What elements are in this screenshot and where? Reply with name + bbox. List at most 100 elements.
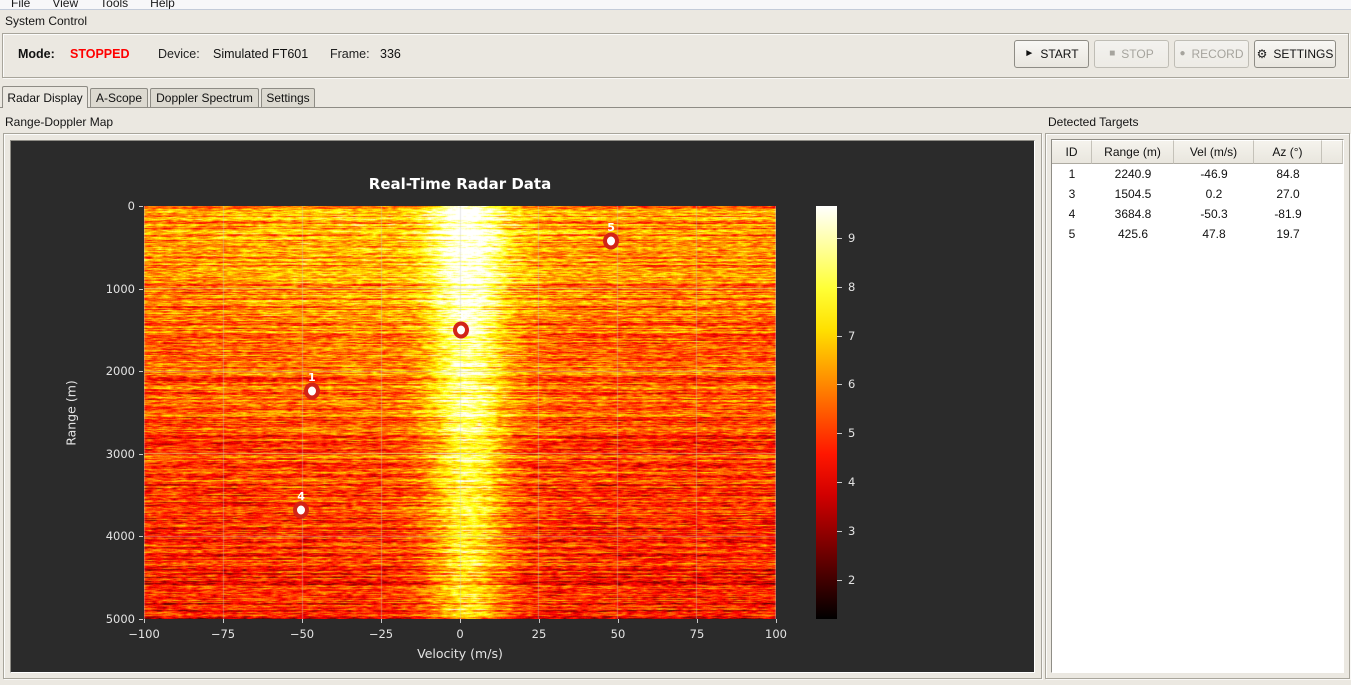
column-header-id[interactable]: ID <box>1052 140 1092 164</box>
table-row[interactable]: 5 425.6 47.8 19.7 <box>1052 224 1343 244</box>
x-tick-mark <box>697 619 698 623</box>
menu-item-help[interactable]: Help <box>139 0 186 9</box>
radar-plot-panel: Real-Time Radar Data −100 −75 −50 −25 0 25 50 75… <box>10 140 1035 673</box>
colorbar-tick-mark <box>837 335 842 337</box>
column-header-range-m[interactable]: Range (m) <box>1092 140 1174 164</box>
colorbar-tick-label: 9 <box>848 230 856 245</box>
range-doppler-group-label: Range-Doppler Map <box>5 115 114 129</box>
detected-targets-table: ID Range (m) Vel (m/s) Az (°) 1 2240.9 -46.9 84… <box>1051 139 1344 673</box>
target-marker <box>603 232 620 250</box>
table-cell: 3684.8 <box>1114 207 1152 221</box>
plot-title: Real-Time Radar Data <box>368 175 552 193</box>
colorbar-tick-label: 4 <box>848 475 856 490</box>
colorbar-tick-mark <box>837 433 842 435</box>
play-icon: ► <box>1024 48 1035 59</box>
target-marker <box>452 321 469 339</box>
column-header-az[interactable]: Az (°) <box>1254 140 1322 164</box>
table-cell: -81.9 <box>1274 207 1302 221</box>
colorbar-tick-label: 5 <box>848 426 856 441</box>
stop-icon: ■ <box>1109 48 1116 59</box>
x-tick-label: 100 <box>765 627 787 641</box>
y-tick-label: 3000 <box>105 446 135 461</box>
x-tick-mark <box>223 619 224 623</box>
table-cell: 425.6 <box>1117 227 1149 241</box>
record-button-label: RECORD <box>1191 47 1244 61</box>
table-header-row: ID Range (m) Vel (m/s) Az (°) <box>1052 140 1343 164</box>
x-tick-label: −100 <box>128 627 160 641</box>
start-button[interactable]: ► START <box>1014 40 1089 68</box>
table-cell: 2240.9 <box>1114 167 1152 181</box>
frame-label: Frame: <box>330 47 370 61</box>
menu-item-file[interactable]: File <box>0 0 41 9</box>
table-cell: 19.7 <box>1276 227 1300 241</box>
y-tick-mark <box>139 288 143 290</box>
y-tick-label: 4000 <box>105 529 135 544</box>
x-tick-label: 0 <box>456 627 464 641</box>
tab-bar-line <box>0 107 1351 108</box>
column-header-vel-m-s[interactable]: Vel (m/s) <box>1174 140 1254 164</box>
x-tick-label: 75 <box>689 627 705 641</box>
x-tick-label: −50 <box>289 627 315 641</box>
tab-a-scope[interactable]: A-Scope <box>90 88 148 107</box>
settings-button[interactable]: ⚙ SETTINGS <box>1254 40 1336 68</box>
start-button-label: START <box>1040 47 1079 61</box>
table-cell: 84.8 <box>1276 167 1300 181</box>
colorbar-tick-label: 3 <box>848 524 856 539</box>
tab-doppler-spectrum[interactable]: Doppler Spectrum <box>150 88 259 107</box>
colorbar-tick-mark <box>837 384 842 386</box>
x-tick-label: 50 <box>610 627 626 641</box>
device-label: Device: <box>158 47 200 61</box>
detected-targets-group-label: Detected Targets <box>1048 115 1139 129</box>
settings-gear-icon: ⚙ <box>1256 47 1268 61</box>
x-tick-mark <box>539 619 540 623</box>
target-label: 4 <box>297 490 305 504</box>
target-label: 5 <box>607 221 615 235</box>
table-row[interactable]: 3 1504.5 0.2 27.0 <box>1052 184 1343 204</box>
y-tick-mark <box>139 536 143 538</box>
column-header-stub <box>1322 140 1343 164</box>
plot-overlay: Real-Time Radar Data −100 −75 −50 −25 0 25 50 75… <box>11 141 1034 672</box>
y-tick-mark <box>139 206 143 207</box>
colorbar-tick-label: 6 <box>848 377 856 392</box>
x-tick-mark <box>144 619 145 623</box>
menu-item-view[interactable]: View <box>41 0 89 9</box>
table-row[interactable]: 1 2240.9 -46.9 84.8 <box>1052 164 1343 184</box>
x-tick-mark <box>618 619 619 623</box>
x-tick-label: −75 <box>210 627 236 641</box>
x-tick-mark <box>460 619 461 623</box>
menu-item-tools[interactable]: Tools <box>89 0 139 9</box>
y-tick-mark <box>139 453 143 455</box>
table-row[interactable]: 4 3684.8 -50.3 -81.9 <box>1052 204 1343 224</box>
x-tick-mark <box>776 619 777 623</box>
device-value: Simulated FT601 <box>213 47 309 61</box>
colorbar-tick-mark <box>837 286 842 288</box>
colorbar-tick-mark <box>837 237 842 239</box>
table-cell: 4 <box>1068 207 1076 221</box>
y-tick-label: 0 <box>127 199 135 213</box>
table-cell: 27.0 <box>1276 187 1300 201</box>
target-label: 3 <box>456 310 465 324</box>
colorbar-tick-label: 8 <box>848 279 856 294</box>
table-cell: -50.3 <box>1200 207 1228 221</box>
stop-button: ■ STOP <box>1094 40 1169 68</box>
tab-radar-display[interactable]: Radar Display <box>2 86 88 108</box>
colorbar-tick-label: 2 <box>848 572 856 587</box>
y-tick-label: 1000 <box>105 281 135 296</box>
table-cell: 1 <box>1068 167 1076 181</box>
table-cell: -46.9 <box>1200 167 1228 181</box>
stop-button-label: STOP <box>1121 47 1154 61</box>
colorbar-tick-mark <box>837 579 842 581</box>
x-axis-label: Velocity (m/s) <box>417 646 503 661</box>
x-tick-mark <box>302 619 303 623</box>
mode-value: STOPPED <box>70 47 130 61</box>
system-control-group-label: System Control <box>5 14 88 28</box>
mode-label: Mode: <box>18 47 55 61</box>
table-cell: 5 <box>1068 227 1076 241</box>
x-tick-label: −25 <box>368 627 394 641</box>
colorbar <box>816 206 837 619</box>
x-tick-label: 25 <box>531 627 547 641</box>
tab-settings[interactable]: Settings <box>261 88 315 107</box>
table-cell: 0.2 <box>1205 187 1223 201</box>
colorbar-tick-label: 7 <box>848 328 856 343</box>
target-marker <box>293 501 310 519</box>
